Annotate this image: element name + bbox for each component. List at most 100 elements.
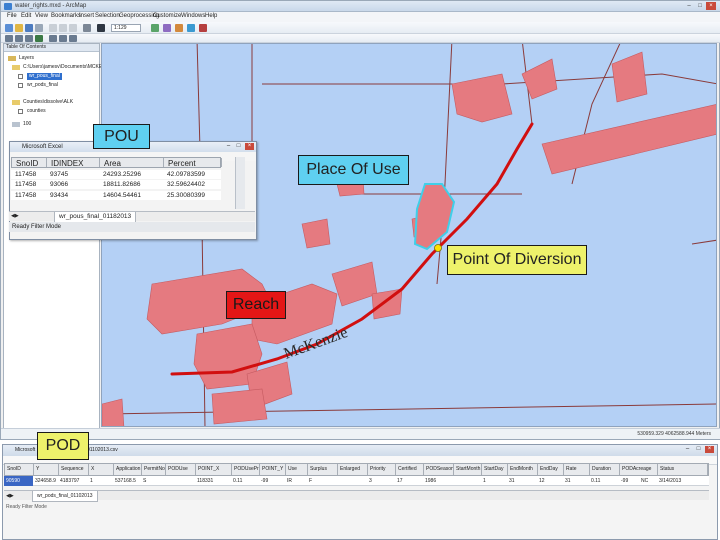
column-header[interactable]: IDINDEX (47, 158, 100, 167)
column-header[interactable]: Sequence (59, 464, 89, 475)
layer-visibility-checkbox[interactable] (18, 109, 23, 114)
table-cell[interactable]: 42.09783599 (163, 170, 221, 179)
column-header[interactable]: POINT_Y (260, 464, 286, 475)
csv-cell[interactable] (453, 476, 481, 486)
table-row[interactable]: 117458 93066 18811.82686 32.59624402 (11, 180, 221, 189)
undo-icon[interactable] (83, 24, 91, 32)
identify-icon[interactable] (49, 35, 57, 42)
zoom-out-icon[interactable] (15, 35, 23, 42)
table-row[interactable]: 117458 93745 24293.25296 42.09783599 (11, 170, 221, 179)
column-header[interactable]: StartMonth (454, 464, 482, 475)
column-header[interactable]: Application (114, 464, 142, 475)
table-cell[interactable]: 25.30080399 (163, 191, 221, 200)
column-header[interactable]: SnoID (12, 158, 47, 167)
csv-cell[interactable]: F (307, 476, 337, 486)
table-row[interactable]: 117458 93434 14604.54461 25.30080399 (11, 191, 221, 200)
csv-cell[interactable]: 1986 (423, 476, 453, 486)
sheet-nav-icon[interactable]: ◀▶ (6, 491, 14, 501)
csv-cell[interactable]: -99 (259, 476, 285, 486)
column-header[interactable]: Status (658, 464, 708, 475)
catalog-icon[interactable] (175, 24, 183, 32)
column-header[interactable]: Percent (164, 158, 222, 167)
csv-cell[interactable]: 3 (367, 476, 395, 486)
toc-toggle-icon[interactable] (163, 24, 171, 32)
column-header[interactable]: Duration (590, 464, 620, 475)
measure-icon[interactable] (69, 35, 77, 42)
column-header[interactable]: Priority (368, 464, 396, 475)
column-header[interactable]: Surplus (308, 464, 338, 475)
editor-icon[interactable] (151, 24, 159, 32)
column-header[interactable]: SnoID (5, 464, 34, 475)
title-bar[interactable]: water_rights.mxd - ArcMap – □ × (1, 1, 720, 12)
table-cell[interactable]: 24293.25296 (99, 170, 163, 179)
close-icon[interactable]: × (706, 2, 716, 10)
table-cell[interactable]: 117458 (11, 180, 46, 189)
layer-visibility-checkbox[interactable] (18, 74, 23, 79)
csv-cell[interactable]: 537168.5 (113, 476, 141, 486)
column-header[interactable]: Certified (396, 464, 424, 475)
csv-cell[interactable] (165, 476, 195, 486)
table-cell[interactable]: 117458 (11, 170, 46, 179)
csv-data-row[interactable]: 90590 324658.9 4183797 1 537168.5 S 1183… (4, 476, 709, 486)
csv-cell[interactable]: 3/14/2013 (657, 476, 707, 486)
column-header[interactable]: EndDay (538, 464, 564, 475)
new-map-icon[interactable] (5, 24, 13, 32)
full-extent-icon[interactable] (35, 35, 43, 42)
table-cell[interactable]: 18811.82686 (99, 180, 163, 189)
table-cell[interactable]: 93745 (46, 170, 99, 179)
select-features-icon[interactable] (59, 35, 67, 42)
column-header[interactable]: Use (286, 464, 308, 475)
csv-cell[interactable] (337, 476, 367, 486)
column-header[interactable]: Rate (564, 464, 590, 475)
menu-view[interactable]: View (35, 13, 48, 19)
column-header[interactable]: PODUsePriority (232, 464, 260, 475)
close-icon[interactable]: × (245, 143, 254, 150)
csv-cell[interactable]: 118331 (195, 476, 231, 486)
add-data-icon[interactable] (97, 24, 105, 32)
csv-cell[interactable]: 1 (481, 476, 507, 486)
maximize-icon[interactable]: □ (694, 446, 703, 453)
csv-cell[interactable]: 17 (395, 476, 423, 486)
open-icon[interactable] (15, 24, 23, 32)
csv-cell[interactable]: -99 (619, 476, 639, 486)
layer-visibility-checkbox[interactable] (18, 83, 23, 88)
csv-cell[interactable]: 324658.9 (33, 476, 58, 486)
paste-icon[interactable] (69, 24, 77, 32)
arctoolbox-icon[interactable] (199, 24, 207, 32)
copy-icon[interactable] (59, 24, 67, 32)
column-header[interactable]: StartDay (482, 464, 508, 475)
column-header[interactable]: Enlarged (338, 464, 368, 475)
csv-cell[interactable]: IR (285, 476, 307, 486)
csv-cell[interactable]: S (141, 476, 165, 486)
column-header[interactable]: Y (34, 464, 59, 475)
maximize-icon[interactable]: □ (234, 143, 243, 150)
sheet-nav-icon[interactable]: ◀▶ (11, 213, 19, 219)
csv-cell[interactable]: 12 (537, 476, 563, 486)
table-cell[interactable]: 93434 (46, 191, 99, 200)
table-cell[interactable]: 117458 (11, 191, 46, 200)
csv-cell[interactable]: 1 (88, 476, 113, 486)
search-icon[interactable] (187, 24, 195, 32)
minimize-icon[interactable]: – (224, 143, 233, 150)
csv-cell[interactable]: 0.11 (231, 476, 259, 486)
csv-cell[interactable]: 31 (507, 476, 537, 486)
maximize-icon[interactable]: □ (695, 2, 705, 10)
table-cell[interactable]: 32.59624402 (163, 180, 221, 189)
csv-cell[interactable]: 90590 (4, 476, 33, 486)
column-header[interactable]: X (89, 464, 114, 475)
menu-selection[interactable]: Selection (95, 13, 120, 19)
column-header[interactable]: POINT_X (196, 464, 232, 475)
csv-cell[interactable]: NC (639, 476, 657, 486)
menu-bookmarks[interactable]: Bookmarks (51, 13, 81, 19)
zoom-in-icon[interactable] (5, 35, 13, 42)
column-header[interactable]: EndMonth (508, 464, 538, 475)
csv-cell[interactable]: 4183797 (58, 476, 88, 486)
menu-edit[interactable]: Edit (21, 13, 31, 19)
csv-title[interactable]: Microsoft Excel - wr_pods_final_01102013… (3, 445, 717, 456)
table-vertical-scrollbar[interactable] (235, 157, 245, 209)
table-cell[interactable]: 14604.54461 (99, 191, 163, 200)
pan-icon[interactable] (25, 35, 33, 42)
map-scale-field[interactable]: 1:129 (111, 24, 141, 32)
close-icon[interactable]: × (705, 446, 714, 453)
column-header[interactable]: PODSeason (424, 464, 454, 475)
